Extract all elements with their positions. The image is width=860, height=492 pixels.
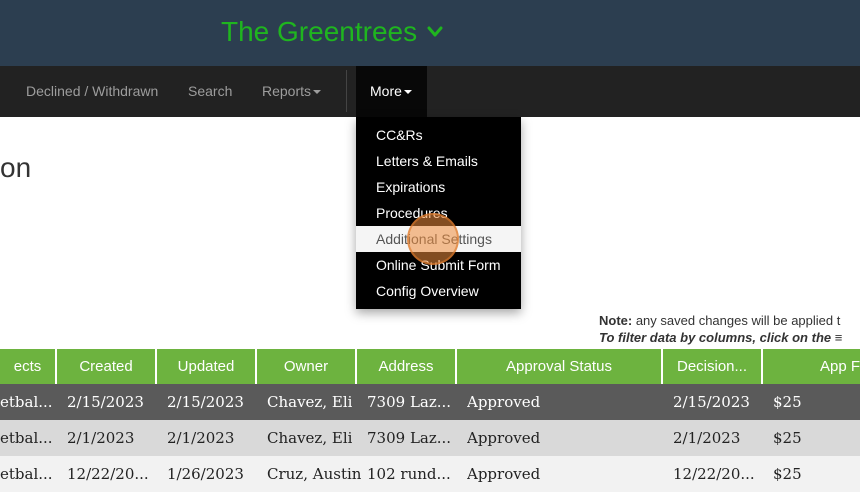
caret-down-icon bbox=[403, 90, 412, 95]
table-cell: Approved bbox=[467, 465, 541, 483]
table-cell: 1/26/2023 bbox=[167, 465, 244, 483]
nav-reports[interactable]: Reports bbox=[262, 66, 322, 117]
nav-search[interactable]: Search bbox=[188, 66, 232, 117]
table-cell: 2/15/2023 bbox=[67, 393, 144, 411]
table-cell: etbal... bbox=[0, 429, 53, 447]
column-header[interactable]: ects bbox=[0, 349, 57, 384]
main-navbar: Declined / Withdrawn Search Reports bbox=[0, 66, 860, 117]
site-header: The Greentrees bbox=[0, 0, 860, 66]
nav-reports-label: Reports bbox=[262, 83, 312, 99]
table-cell: $25 bbox=[773, 429, 802, 447]
table-cell: $25 bbox=[773, 393, 802, 411]
table-cell: Approved bbox=[467, 393, 541, 411]
save-note: Note: any saved changes will be applied … bbox=[599, 313, 840, 328]
column-header[interactable]: Decision... bbox=[663, 349, 763, 384]
chevron-down-icon bbox=[427, 26, 443, 37]
page-title: on bbox=[0, 152, 32, 183]
table-cell: etbal... bbox=[0, 393, 53, 411]
table-cell: 2/1/2023 bbox=[67, 429, 135, 447]
table-cell: 2/1/2023 bbox=[167, 429, 235, 447]
column-header[interactable]: Owner bbox=[257, 349, 357, 384]
nav-more[interactable]: More bbox=[356, 66, 427, 117]
more-dropdown-menu: CC&Rs Letters & Emails Expirations Proce… bbox=[356, 117, 521, 309]
menu-item-ccrs[interactable]: CC&Rs bbox=[356, 122, 521, 148]
menu-item-additional-settings[interactable]: Additional Settings bbox=[356, 226, 521, 252]
table-row[interactable]: etbal... 12/22/20... 1/26/2023 Cruz, Aus… bbox=[0, 456, 860, 492]
menu-item-online-submit-form[interactable]: Online Submit Form bbox=[356, 252, 521, 278]
column-header[interactable]: Address bbox=[357, 349, 457, 384]
table-cell: Chavez, Eli bbox=[267, 429, 353, 447]
column-header[interactable]: Created bbox=[57, 349, 157, 384]
note-text: any saved changes will be applied t bbox=[632, 313, 841, 328]
table-cell: 2/15/2023 bbox=[167, 393, 244, 411]
menu-item-procedures[interactable]: Procedures bbox=[356, 200, 521, 226]
table-cell: 7309 Laz... bbox=[367, 393, 452, 411]
table-row[interactable]: etbal... 2/1/2023 2/1/2023 Chavez, Eli 7… bbox=[0, 420, 860, 456]
table-header: ects Created Updated Owner Address Appro… bbox=[0, 349, 860, 384]
caret-down-icon bbox=[313, 90, 322, 95]
column-header[interactable]: Updated bbox=[157, 349, 257, 384]
column-header[interactable]: Approval Status bbox=[457, 349, 663, 384]
table-row[interactable]: etbal... 2/15/2023 2/15/2023 Chavez, Eli… bbox=[0, 384, 860, 420]
table-cell: Chavez, Eli bbox=[267, 393, 353, 411]
table-cell: etbal... bbox=[0, 465, 53, 483]
table-cell: 12/22/20... bbox=[673, 465, 755, 483]
nav-divider bbox=[346, 70, 347, 112]
table-cell: Approved bbox=[467, 429, 541, 447]
menu-item-config-overview[interactable]: Config Overview bbox=[356, 278, 521, 304]
menu-item-letters-emails[interactable]: Letters & Emails bbox=[356, 148, 521, 174]
column-header[interactable]: App F bbox=[763, 349, 860, 384]
table-cell: 102 rund... bbox=[367, 465, 451, 483]
table-cell: 7309 Laz... bbox=[367, 429, 452, 447]
site-title-dropdown[interactable]: The Greentrees bbox=[221, 16, 443, 48]
nav-declined-withdrawn[interactable]: Declined / Withdrawn bbox=[26, 66, 158, 117]
table-cell: 2/15/2023 bbox=[673, 393, 750, 411]
site-title-text: The Greentrees bbox=[221, 16, 418, 47]
note-label: Note: bbox=[599, 313, 633, 328]
filter-hint: To filter data by columns, click on the … bbox=[599, 330, 843, 345]
menu-item-expirations[interactable]: Expirations bbox=[356, 174, 521, 200]
table-cell: Cruz, Austin bbox=[267, 465, 362, 483]
table-cell: $25 bbox=[773, 465, 802, 483]
nav-more-label: More bbox=[370, 83, 402, 99]
table-cell: 12/22/20... bbox=[67, 465, 149, 483]
table-cell: 2/1/2023 bbox=[673, 429, 741, 447]
